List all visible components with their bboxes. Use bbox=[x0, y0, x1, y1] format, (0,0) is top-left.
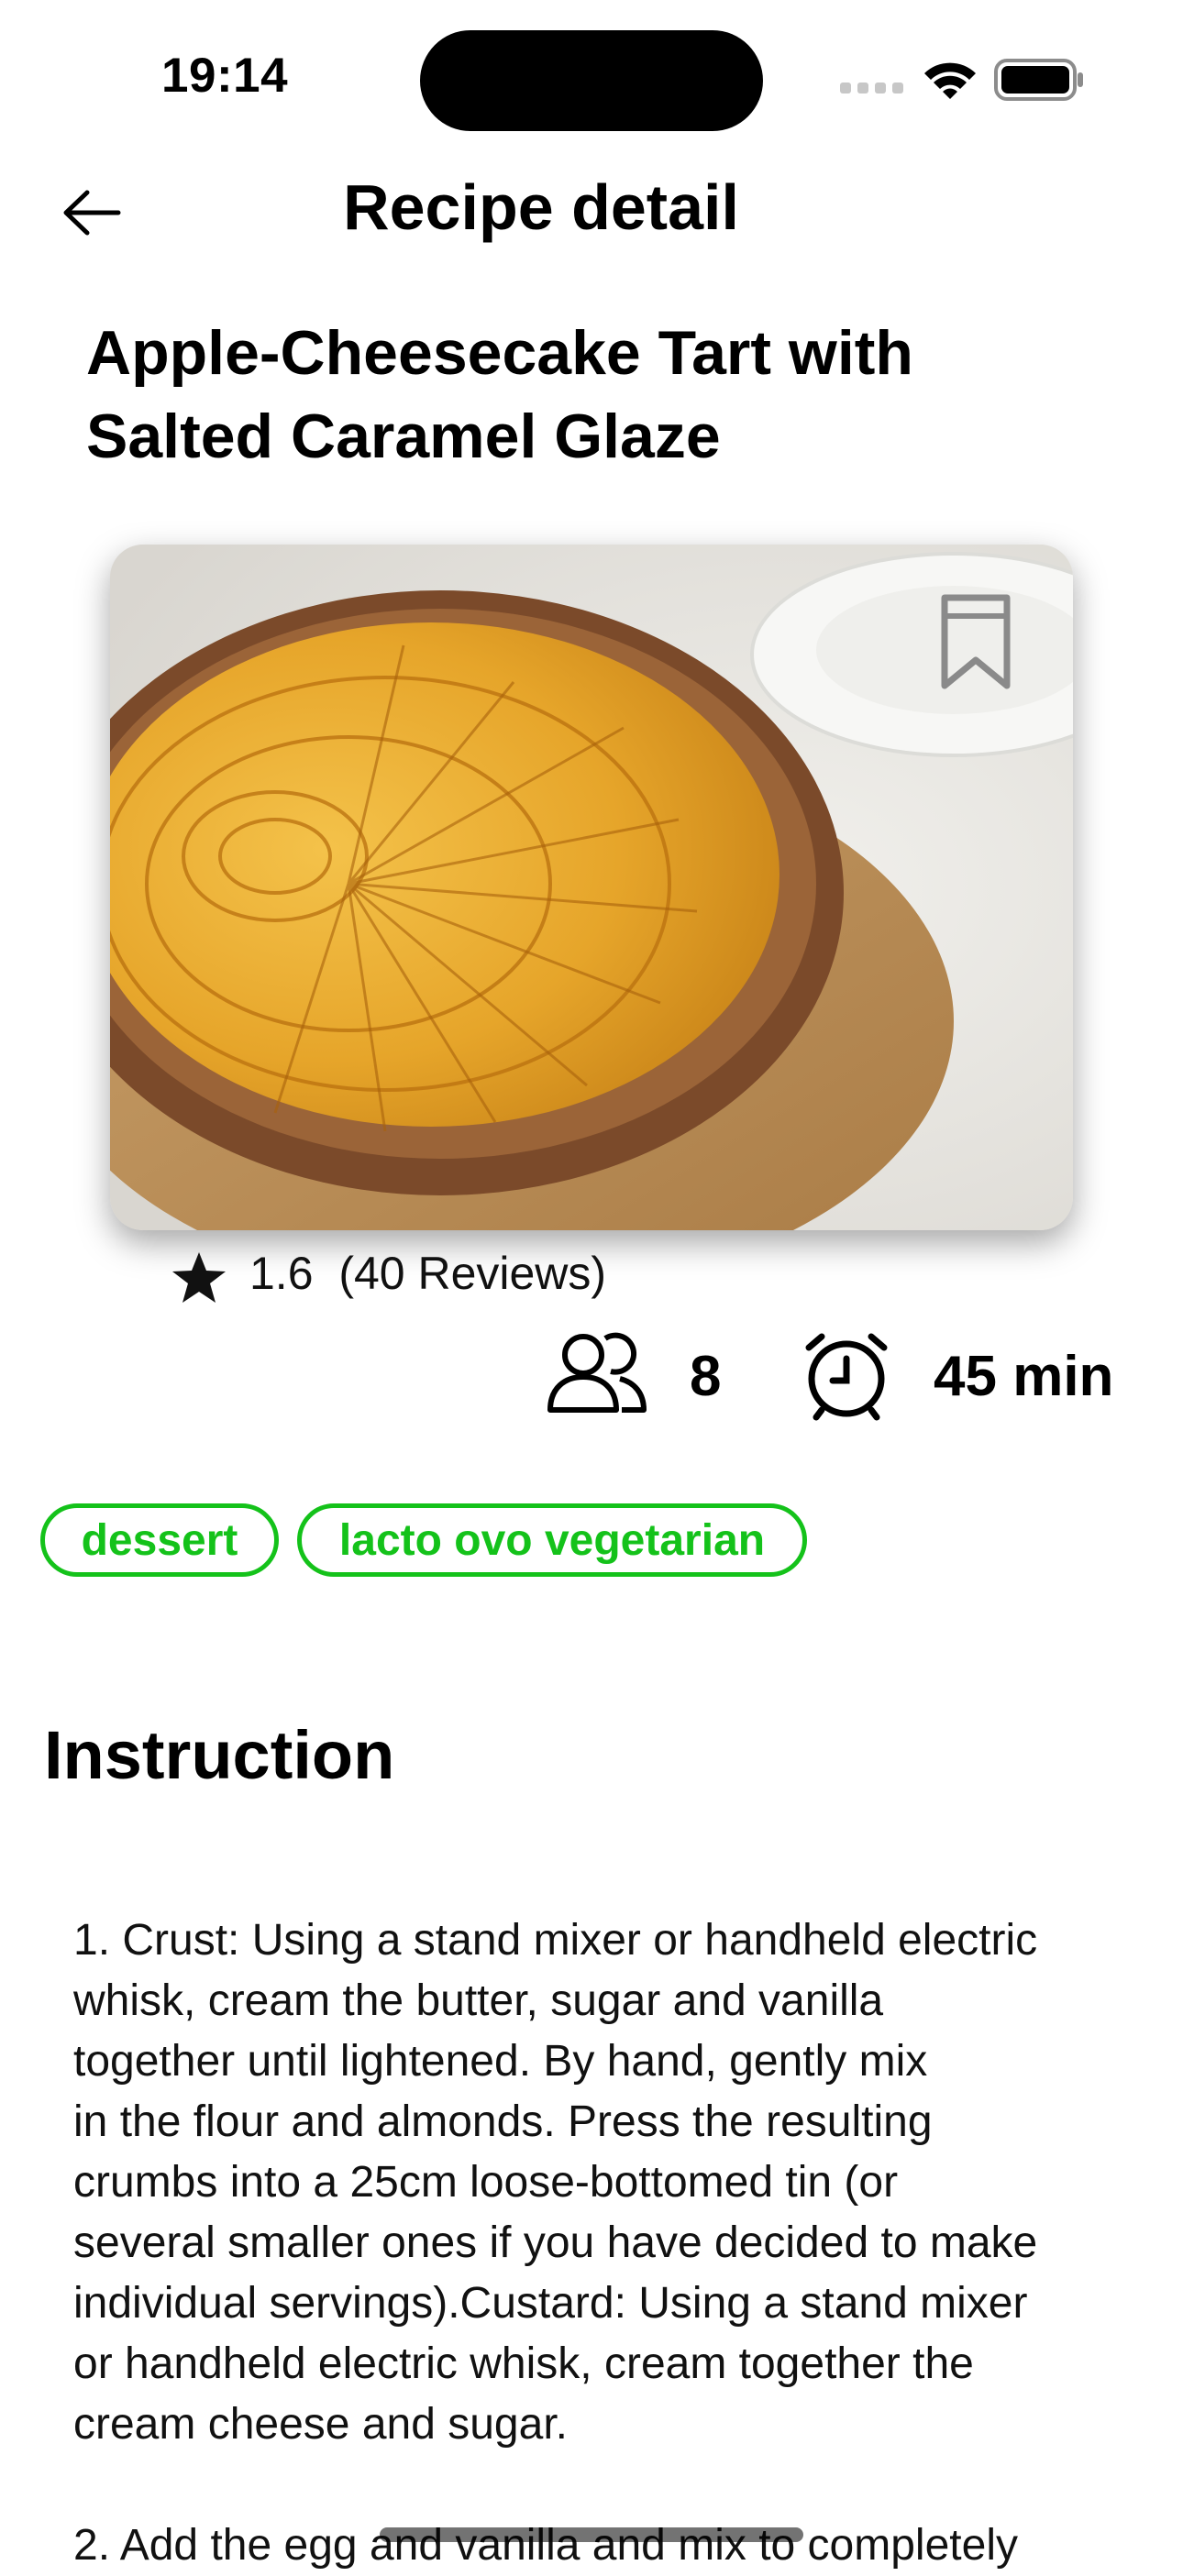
bookmark-icon bbox=[941, 594, 1011, 689]
servings-value: 8 bbox=[690, 1345, 722, 1408]
star-icon bbox=[172, 1252, 226, 1303]
home-indicator[interactable] bbox=[380, 2527, 803, 2542]
recipe-image bbox=[110, 545, 1073, 1230]
instruction-step: 2. Add the egg and vanilla and mix to co… bbox=[73, 2521, 1018, 2570]
rating-value: 1.6 bbox=[249, 1248, 314, 1299]
tag-chip[interactable]: dessert bbox=[40, 1503, 279, 1577]
rating-text: 1.6 (40 Reviews) bbox=[249, 1247, 606, 1300]
time-value: 45 min bbox=[934, 1345, 1114, 1408]
review-count: (40 Reviews) bbox=[338, 1248, 607, 1299]
bookmark-button[interactable] bbox=[932, 590, 1020, 693]
recipe-title: Apple-Cheesecake Tart with Salted Carame… bbox=[86, 318, 913, 471]
alarm-clock-icon bbox=[805, 1333, 888, 1421]
section-heading: Instruction bbox=[44, 1717, 395, 1793]
tag-chip[interactable]: lacto ovo vegetarian bbox=[297, 1503, 807, 1577]
instruction-step: 1. Crust: Using a stand mixer or handhel… bbox=[73, 1916, 1038, 2449]
people-icon bbox=[547, 1332, 647, 1413]
signal-icon bbox=[840, 83, 903, 94]
status-time: 19:14 bbox=[161, 49, 289, 103]
battery-icon bbox=[994, 59, 1083, 101]
page-title: Recipe detail bbox=[343, 171, 739, 243]
wifi-icon bbox=[924, 62, 976, 99]
dynamic-island bbox=[420, 30, 763, 131]
